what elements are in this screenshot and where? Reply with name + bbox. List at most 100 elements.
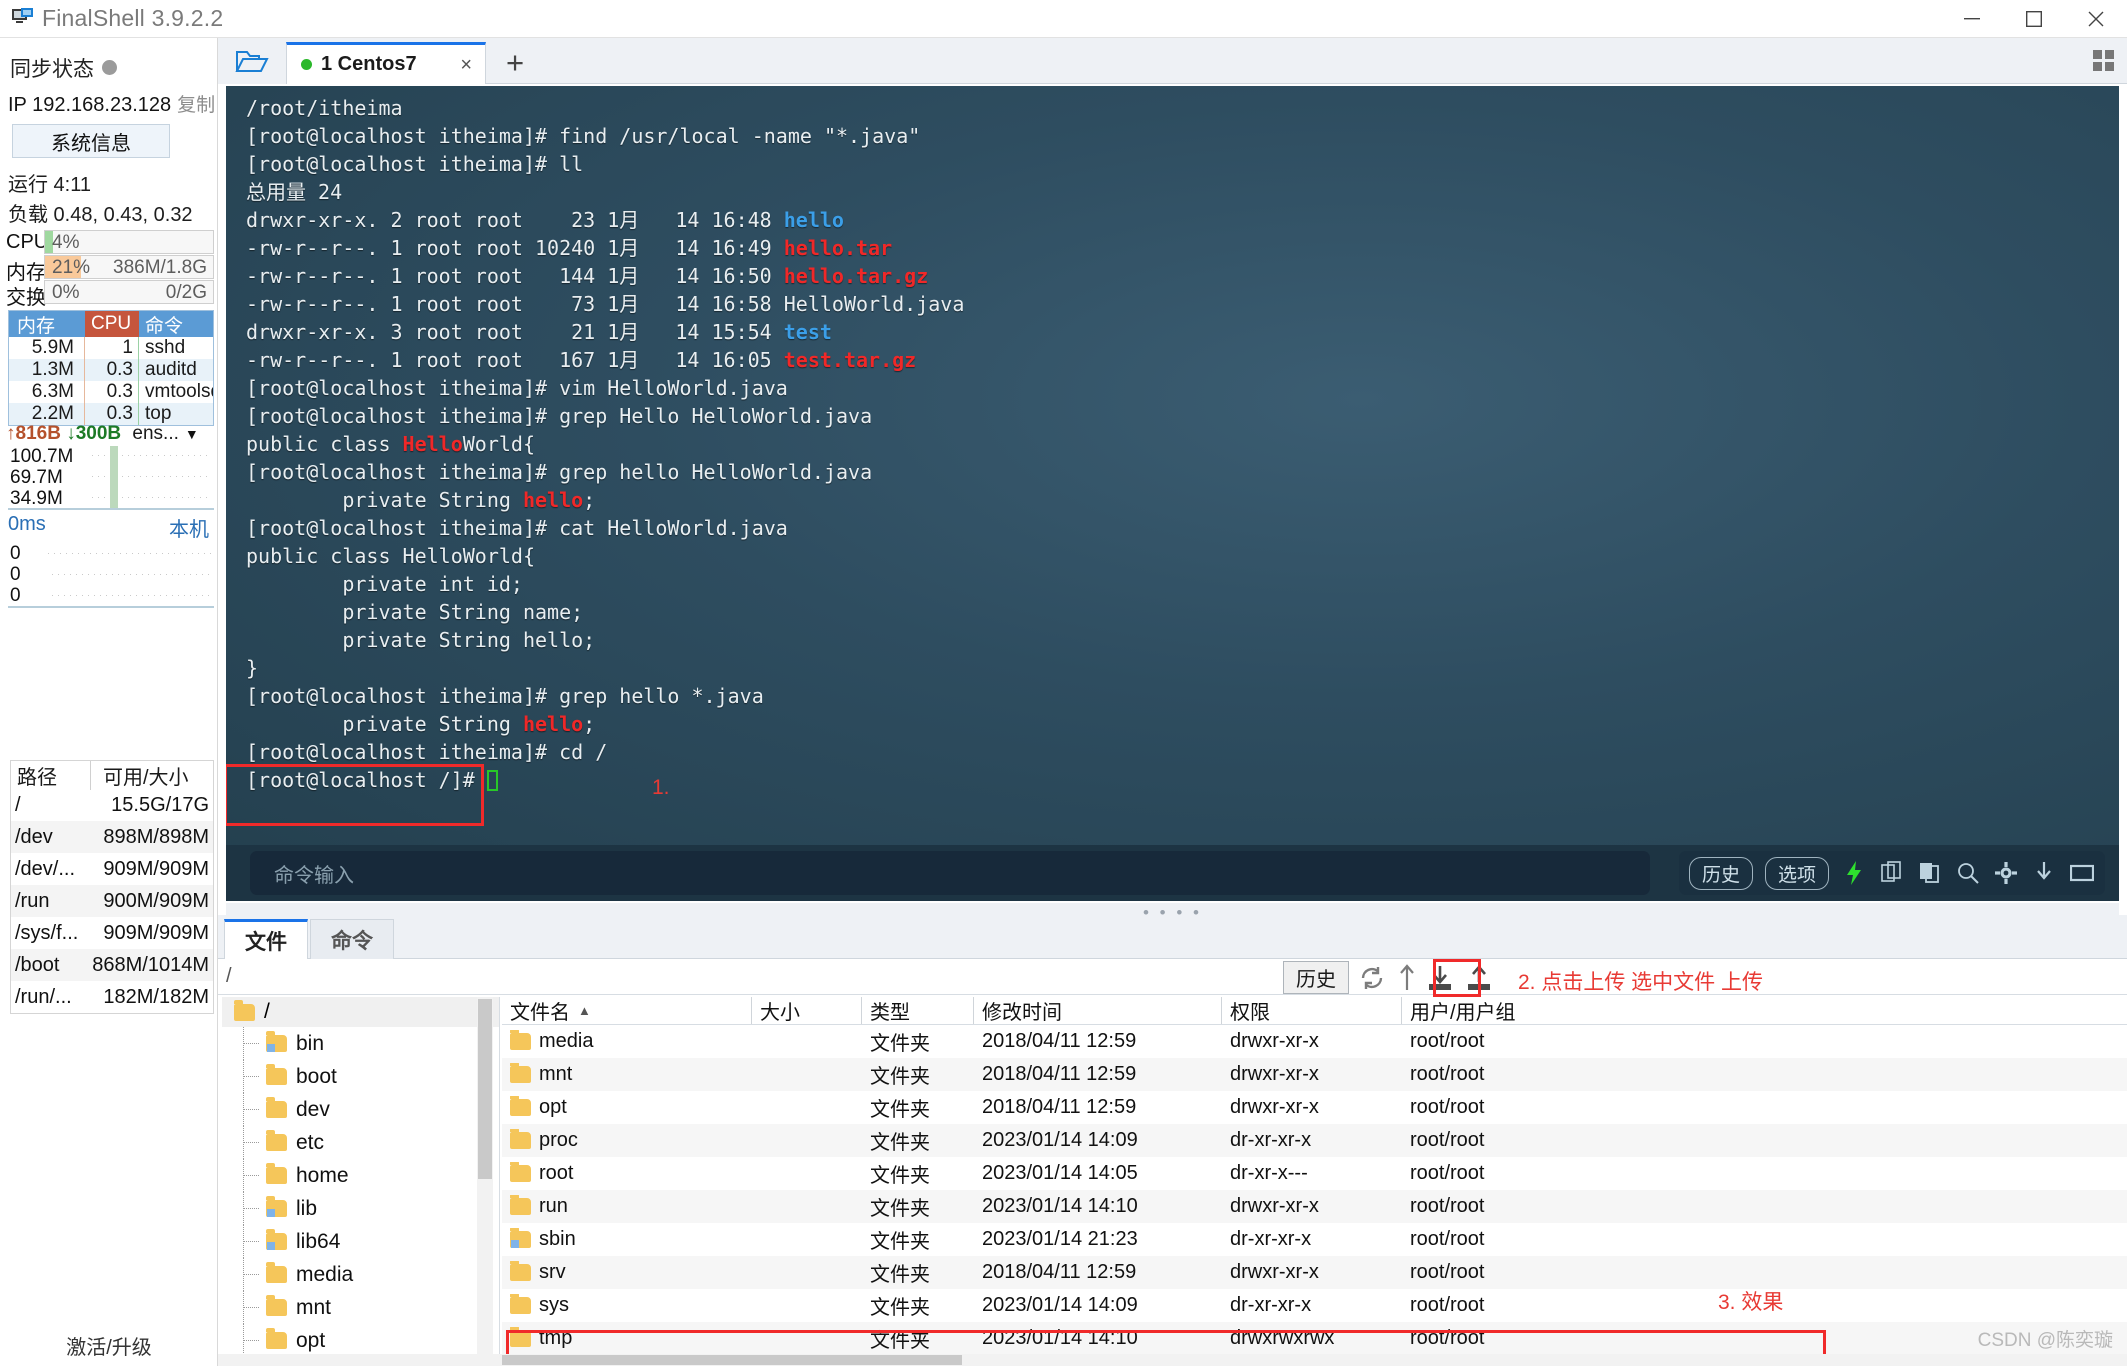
file-owner: root/root (1410, 1129, 1485, 1151)
tree-item-opt[interactable]: opt (222, 1324, 499, 1357)
tree-item-home[interactable]: home (222, 1159, 499, 1192)
history-button[interactable]: 历史 (1688, 856, 1753, 890)
process-row[interactable]: 2.2M 0.3 top (9, 403, 213, 425)
file-row[interactable]: srv 文件夹 2018/04/11 12:59 drwxr-xr-x root/roo… (502, 1256, 2127, 1289)
tree-item-dev[interactable]: dev (222, 1093, 499, 1126)
file-name-cell: run (502, 1195, 752, 1218)
file-permissions: drwxr-xr-x (1230, 1030, 1319, 1052)
open-folder-icon[interactable] (218, 38, 286, 84)
file-row[interactable]: sbin 文件夹 2023/01/14 21:23 dr-xr-xr-x root/ro… (502, 1223, 2127, 1256)
tree-item-bin[interactable]: bin (222, 1027, 499, 1060)
tree-scrollbar-thumb[interactable] (478, 999, 492, 1179)
process-col-cpu[interactable]: CPU (85, 311, 139, 337)
disk-row[interactable]: /run 900M/909M (11, 885, 213, 917)
search-icon[interactable] (1955, 860, 1981, 886)
network-interface[interactable]: ens... (132, 423, 178, 444)
sync-status-label: 同步状态 (10, 58, 94, 81)
tree-item-boot[interactable]: boot (222, 1060, 499, 1093)
file-type: 文件夹 (870, 1165, 930, 1187)
disk-row[interactable]: /dev/... 909M/909M (11, 853, 213, 885)
options-button[interactable]: 选项 (1764, 856, 1829, 890)
process-cmd: auditd (145, 359, 197, 380)
lightning-icon[interactable] (1841, 860, 1867, 886)
tree-item-root[interactable]: / (222, 997, 499, 1027)
close-button[interactable] (2065, 0, 2127, 38)
process-cmd: sshd (145, 337, 186, 358)
tree-item-lib[interactable]: lib (222, 1192, 499, 1225)
file-modified: 2023/01/14 14:10 (982, 1195, 1138, 1217)
file-list-scrollbar-thumb[interactable] (502, 1355, 962, 1365)
file-row[interactable]: opt 文件夹 2018/04/11 12:59 drwxr-xr-x root/roo… (502, 1091, 2127, 1124)
copy-icon[interactable] (1879, 860, 1905, 886)
column-owner[interactable]: 用户/用户组 (1402, 997, 1582, 1024)
column-size[interactable]: 大小 (752, 997, 862, 1024)
file-list-scrollbar[interactable] (218, 1354, 2127, 1366)
column-permissions[interactable]: 权限 (1222, 997, 1402, 1024)
disk-row[interactable]: /sys/f... 909M/909M (11, 917, 213, 949)
session-tab-centos7[interactable]: 1 Centos7 × (286, 42, 486, 84)
file-row[interactable]: media 文件夹 2018/04/11 12:59 drwxr-xr-x root/r… (502, 1025, 2127, 1058)
folder-link-icon (510, 1228, 531, 1248)
terminal-output[interactable]: /root/itheima [root@localhost itheima]# … (226, 86, 2119, 869)
folder-icon (510, 1261, 531, 1281)
tree-item-label: media (296, 1262, 354, 1286)
panel-resize-handle[interactable]: • • • • (226, 903, 2119, 922)
system-info-button[interactable]: 系统信息 (12, 124, 170, 158)
file-row[interactable]: root 文件夹 2023/01/14 14:05 dr-xr-x--- root/ro… (502, 1157, 2127, 1190)
up-arrow-icon[interactable] (1395, 964, 1423, 992)
file-list-body: media 文件夹 2018/04/11 12:59 drwxr-xr-x root/r… (502, 1025, 2127, 1366)
ip-address: IP 192.168.23.128 (8, 94, 172, 116)
disk-row[interactable]: / 15.5G/17G (11, 789, 213, 821)
process-col-mem[interactable]: 内存 (9, 311, 85, 337)
process-col-cmd[interactable]: 命令 (139, 311, 213, 337)
column-filename[interactable]: 文件名 ▲ (502, 997, 752, 1024)
disk-path: / (15, 793, 21, 816)
disk-row[interactable]: /dev 898M/898M (11, 821, 213, 853)
maximize-button[interactable] (2003, 0, 2065, 38)
file-row[interactable]: proc 文件夹 2023/01/14 14:09 dr-xr-xr-x root/ro… (502, 1124, 2127, 1157)
file-row[interactable]: run 文件夹 2023/01/14 14:10 drwxr-xr-x root/roo… (502, 1190, 2127, 1223)
process-row[interactable]: 5.9M 1 sshd (9, 337, 213, 359)
paste-icon[interactable] (1917, 860, 1943, 886)
disk-col-path[interactable]: 路径 (11, 760, 91, 790)
gear-icon[interactable] (1993, 860, 2019, 886)
minimize-button[interactable] (1941, 0, 2003, 38)
file-row[interactable]: sys 文件夹 2023/01/14 14:09 dr-xr-xr-x root/roo… (502, 1289, 2127, 1322)
file-name: root (539, 1162, 574, 1184)
disk-row[interactable]: /boot 868M/1014M (11, 949, 213, 981)
window-icon[interactable] (2069, 860, 2095, 886)
file-row[interactable]: mnt 文件夹 2018/04/11 12:59 drwxr-xr-x root/roo… (502, 1058, 2127, 1091)
graph-gridline (52, 595, 212, 596)
download-icon[interactable] (2031, 860, 2057, 886)
command-input[interactable]: 命令输入 (250, 851, 1650, 895)
column-type[interactable]: 类型 (862, 997, 974, 1024)
tab-commands[interactable]: 命令 (310, 919, 394, 960)
refresh-icon[interactable] (1358, 964, 1386, 992)
disk-col-size[interactable]: 可用/大小 (91, 761, 213, 790)
new-tab-button[interactable]: + (506, 45, 524, 81)
chevron-down-icon[interactable]: ▼ (185, 426, 199, 442)
cpu-meter-value: 4% (52, 232, 80, 253)
tab-files[interactable]: 文件 (224, 919, 308, 960)
disk-path: /dev/... (15, 857, 76, 880)
copy-ip-link[interactable]: 复制 (177, 95, 215, 116)
column-modified[interactable]: 修改时间 (974, 997, 1222, 1024)
uptime-label: 运行 4:11 (8, 174, 91, 196)
path-bar[interactable]: / (218, 959, 2127, 995)
tree-scrollbar[interactable] (477, 997, 493, 1366)
grid-icon[interactable] (2093, 50, 2115, 72)
tree-item-mnt[interactable]: mnt (222, 1291, 499, 1324)
upload-arrow-icon: ↑ (6, 423, 16, 444)
file-history-button[interactable]: 历史 (1283, 961, 1349, 994)
folder-link-icon (266, 1196, 287, 1217)
process-row[interactable]: 6.3M 0.3 vmtoolsd (9, 381, 213, 403)
disk-row[interactable]: /run/... 182M/182M (11, 981, 213, 1013)
folder-icon (510, 1096, 531, 1116)
activate-upgrade-link[interactable]: 激活/升级 (0, 1331, 217, 1360)
tree-item-lib64[interactable]: lib64 (222, 1225, 499, 1258)
close-tab-icon[interactable]: × (460, 54, 472, 77)
tree-item-etc[interactable]: etc (222, 1126, 499, 1159)
process-row[interactable]: 1.3M 0.3 auditd (9, 359, 213, 381)
tree-item-media[interactable]: media (222, 1258, 499, 1291)
file-row[interactable]: tmp 文件夹 2023/01/14 14:10 drwxrwxrwx root/roo… (502, 1322, 2127, 1355)
